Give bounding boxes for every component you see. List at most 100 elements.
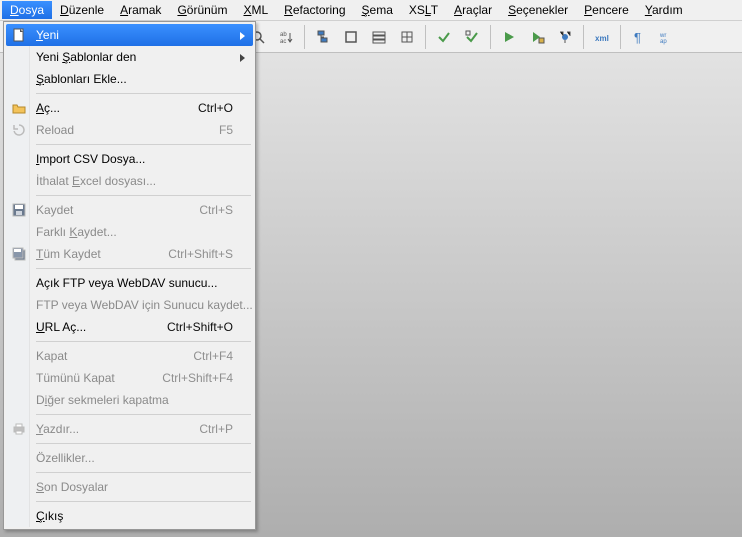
new-file-icon	[10, 26, 28, 44]
menu-item-kapat: KapatCtrl+F4	[6, 345, 253, 367]
menu-item-label: Diğer sekmeleri kapatma	[36, 393, 233, 407]
tree-button[interactable]	[311, 25, 335, 49]
menu-item-shortcut: F5	[219, 123, 233, 137]
run-button[interactable]	[497, 25, 521, 49]
menu-separator	[34, 141, 253, 148]
menu-item-ftp-veya-webdav-i-in-sunucu-kaydet: FTP veya WebDAV için Sunucu kaydet...	[6, 294, 253, 316]
validate-schema-icon	[464, 29, 480, 45]
menu-yardım[interactable]: Yardım	[637, 1, 691, 19]
menu-item--k-[interactable]: Çıkış	[6, 505, 253, 527]
menu-item-import-csv-dosya[interactable]: Import CSV Dosya...	[6, 148, 253, 170]
validate-icon	[436, 29, 452, 45]
chevron-right-icon	[239, 52, 247, 66]
menu-separator	[34, 469, 253, 476]
menu-xslt[interactable]: XSLT	[401, 1, 446, 19]
stack-button[interactable]	[367, 25, 391, 49]
menu-item-shortcut: Ctrl+Shift+F4	[162, 371, 233, 385]
menu-item-label: URL Aç...	[36, 320, 167, 334]
menu-item-reload: ReloadF5	[6, 119, 253, 141]
menu-item-label: Aç...	[36, 101, 198, 115]
menu-item-shortcut: Ctrl+S	[199, 203, 233, 217]
menu-item-yeni[interactable]: Yeni	[6, 24, 253, 46]
run-config-button[interactable]	[525, 25, 549, 49]
menu-item-label: Tümünü Kapat	[36, 371, 162, 385]
box-button[interactable]	[339, 25, 363, 49]
xml-view-button[interactable]: xml	[590, 25, 614, 49]
menu-araçlar[interactable]: Araçlar	[446, 1, 500, 19]
wrap-icon: wrap	[659, 29, 675, 45]
menu-aramak[interactable]: Aramak	[112, 1, 169, 19]
menu-dosya[interactable]: Dosya	[2, 1, 52, 19]
grid-icon	[399, 29, 415, 45]
validate-button[interactable]	[432, 25, 456, 49]
menu-item-label: Özellikler...	[36, 451, 233, 465]
menu-item-shortcut: Ctrl+Shift+O	[167, 320, 233, 334]
menu-item-farkl-kaydet: Farklı Kaydet...	[6, 221, 253, 243]
tree-icon	[315, 29, 331, 45]
menu-item-label: Tüm Kaydet	[36, 247, 168, 261]
menu-item-t-m-kaydet: Tüm KaydetCtrl+Shift+S	[6, 243, 253, 265]
pilcrow-button[interactable]: ¶	[627, 25, 651, 49]
menu-separator	[34, 265, 253, 272]
menu-separator	[34, 440, 253, 447]
menu-şema[interactable]: Şema	[354, 1, 401, 19]
menu-item-yeni-ablonlar-den[interactable]: Yeni Şablonlar den	[6, 46, 253, 68]
menu-item-a-k-ftp-veya-webdav-sunucu[interactable]: Açık FTP veya WebDAV sunucu...	[6, 272, 253, 294]
menu-item-label: Farklı Kaydet...	[36, 225, 233, 239]
menu-item-label: Reload	[36, 123, 219, 137]
menu-item-t-m-n-kapat: Tümünü KapatCtrl+Shift+F4	[6, 367, 253, 389]
svg-text:ac: ac	[280, 39, 286, 45]
menu-item-label: Kapat	[36, 349, 193, 363]
run-config-icon	[529, 29, 545, 45]
svg-text:ap: ap	[660, 39, 667, 45]
menu-düzenle[interactable]: Düzenle	[52, 1, 112, 19]
file-menu-dropdown: Yeni Yeni Şablonlar den Şablonları Ekle...…	[3, 21, 256, 530]
menu-separator	[34, 338, 253, 345]
menu-item-a-[interactable]: Aç...Ctrl+O	[6, 97, 253, 119]
menu-item-label: Yeni Şablonlar den	[36, 50, 233, 64]
debug-button[interactable]	[553, 25, 577, 49]
toolbar-separator	[425, 25, 426, 49]
menu-item-label: Yeni	[36, 28, 233, 42]
toolbar-separator	[583, 25, 584, 49]
toolbar-separator	[490, 25, 491, 49]
replace-icon: abac	[278, 29, 294, 45]
menu-separator	[34, 498, 253, 505]
menu-item-son-dosyalar: Son Dosyalar	[6, 476, 253, 498]
menu-item-label: Şablonları Ekle...	[36, 72, 233, 86]
menu-item-label: İthalat Excel dosyası...	[36, 174, 233, 188]
stack-icon	[371, 29, 387, 45]
menu-item-url-a-[interactable]: URL Aç...Ctrl+Shift+O	[6, 316, 253, 338]
grid-button[interactable]	[395, 25, 419, 49]
menu-item-yazd-r: Yazdır...Ctrl+P	[6, 418, 253, 440]
validate-schema-button[interactable]	[460, 25, 484, 49]
menu-item-label: Yazdır...	[36, 422, 199, 436]
menu-item-label: FTP veya WebDAV için Sunucu kaydet...	[36, 298, 253, 312]
menubar: DosyaDüzenleAramakGörünümXMLRefactoringŞ…	[0, 0, 742, 21]
menu-item-label: Kaydet	[36, 203, 199, 217]
menu-item--zellikler: Özellikler...	[6, 447, 253, 469]
pilcrow-icon: ¶	[631, 29, 647, 45]
wrap-button[interactable]: wrap	[655, 25, 679, 49]
replace-button[interactable]: abac	[274, 25, 298, 49]
reload-icon	[10, 121, 28, 139]
menu-item-shortcut: Ctrl+P	[199, 422, 233, 436]
toolbar-separator	[620, 25, 621, 49]
chevron-right-icon	[239, 30, 247, 44]
menu-pencere[interactable]: Pencere	[576, 1, 637, 19]
menu-görünüm[interactable]: Görünüm	[169, 1, 235, 19]
menu-separator	[34, 411, 253, 418]
menu-item-label: Açık FTP veya WebDAV sunucu...	[36, 276, 233, 290]
menu-item-label: Import CSV Dosya...	[36, 152, 233, 166]
menu-item--ablonlar-ekle[interactable]: Şablonları Ekle...	[6, 68, 253, 90]
menu-refactoring[interactable]: Refactoring	[276, 1, 353, 19]
menu-separator	[34, 90, 253, 97]
menu-seçenekler[interactable]: Seçenekler	[500, 1, 576, 19]
save-all-icon	[10, 245, 28, 263]
box-icon	[343, 29, 359, 45]
menu-item-shortcut: Ctrl+F4	[193, 349, 233, 363]
menu-item-label: Çıkış	[36, 509, 233, 523]
menu-item-shortcut: Ctrl+Shift+S	[168, 247, 233, 261]
menu-xml[interactable]: XML	[235, 1, 276, 19]
menu-item--thalat-excel-dosyas-: İthalat Excel dosyası...	[6, 170, 253, 192]
